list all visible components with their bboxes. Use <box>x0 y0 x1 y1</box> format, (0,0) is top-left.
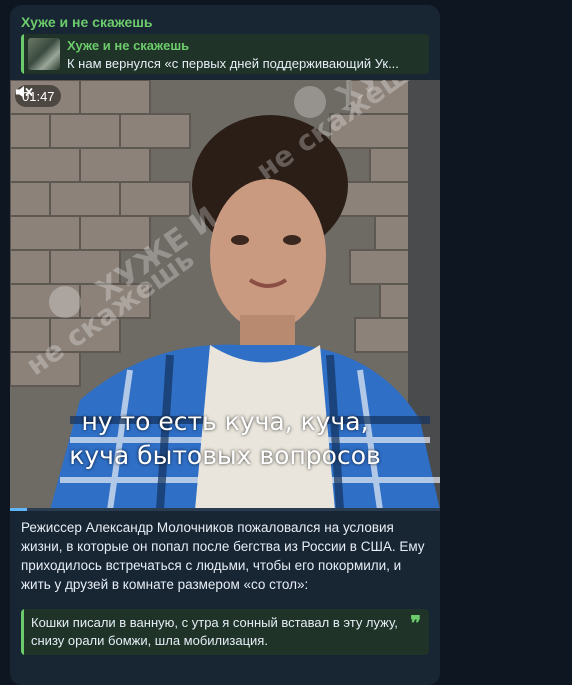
video-player[interactable]: ХУЖЕ И не скажешь ХУЖЕ И не скажешь 01:4… <box>10 80 440 510</box>
reply-thumbnail <box>28 38 60 70</box>
channel-name[interactable]: Хуже и не скажешь <box>21 14 153 30</box>
video-subtitle-line-2: куча бытовых вопросов <box>69 441 381 470</box>
blockquote: Кошки писали в ванную, с утра я сонный в… <box>21 609 429 655</box>
reply-preview[interactable]: Хуже и не скажешь К нам вернулся «с перв… <box>21 34 429 74</box>
speaker-muted-icon[interactable] <box>15 85 33 99</box>
post-caption: Режиссер Александр Молочников пожаловалс… <box>21 520 425 592</box>
video-duration-pill[interactable]: 01:47 <box>15 85 61 107</box>
quote-icon: ❞ <box>410 613 421 635</box>
message-bubble: Хуже и не скажешь Хуже и не скажешь К на… <box>10 5 440 685</box>
reply-accent-bar <box>21 34 24 74</box>
video-progress-bar[interactable] <box>10 508 440 511</box>
reply-title: Хуже и не скажешь <box>67 38 190 53</box>
quote-accent-bar <box>21 609 24 655</box>
quote-text: Кошки писали в ванную, с утра я сонный в… <box>31 615 398 648</box>
reply-text: К нам вернулся «с первых дней поддержива… <box>67 56 399 71</box>
video-progress-fill <box>10 508 28 511</box>
video-subtitle-line-1: ну то есть куча, куча, <box>81 407 369 436</box>
